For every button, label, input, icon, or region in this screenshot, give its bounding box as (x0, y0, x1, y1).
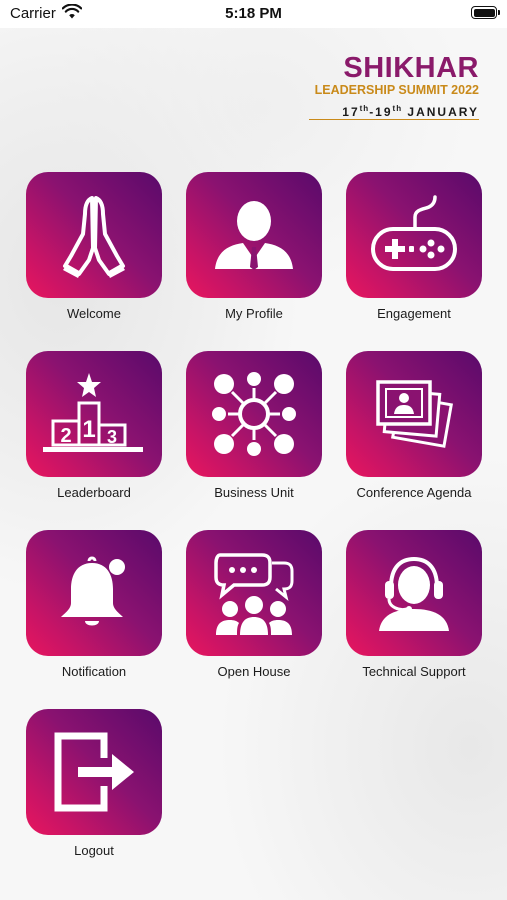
person-icon (211, 199, 297, 271)
menu-label-welcome: Welcome (67, 306, 121, 321)
logo-title: SHIKHAR (343, 52, 479, 84)
home-screen: SHIKHAR LEADERSHIP SUMMIT 2022 17th-19th… (0, 28, 507, 900)
logo-subtitle: LEADERSHIP SUMMIT 2022 (314, 83, 479, 97)
menu-tile-logout[interactable] (26, 709, 162, 835)
logo-dates: 17th-19th JANUARY (342, 104, 479, 119)
menu-label-engagement: Engagement (377, 306, 451, 321)
svg-text:1: 1 (82, 416, 95, 443)
menu-tile-conference-agenda[interactable] (346, 351, 482, 477)
status-bar: Carrier 5:18 PM (0, 0, 507, 28)
menu-label-technical-support: Technical Support (362, 664, 466, 679)
headset-icon (373, 553, 455, 633)
menu-label-my-profile: My Profile (225, 306, 283, 321)
bell-icon (55, 553, 133, 633)
menu-tile-leaderboard[interactable]: 1 2 3 (26, 351, 162, 477)
logout-icon (52, 732, 136, 812)
praying-hands-icon (59, 190, 129, 280)
menu-tile-my-profile[interactable] (186, 172, 322, 298)
menu-tile-notification[interactable] (26, 530, 162, 656)
menu-tile-business-unit[interactable] (186, 351, 322, 477)
menu-label-conference-agenda: Conference Agenda (356, 485, 472, 500)
battery-icon (471, 6, 500, 19)
menu-tile-engagement[interactable] (346, 172, 482, 298)
menu-label-logout: Logout (74, 843, 114, 858)
menu-tile-technical-support[interactable] (346, 530, 482, 656)
logo-underline (309, 119, 479, 120)
menu-label-notification: Notification (61, 664, 127, 679)
menu-label-business-unit: Business Unit (214, 485, 294, 500)
photos-icon (374, 378, 454, 450)
summit-logo: SHIKHAR LEADERSHIP SUMMIT 2022 17th-19th… (304, 52, 479, 122)
gamepad-icon (369, 195, 459, 275)
svg-text:3: 3 (107, 427, 117, 447)
network-icon (208, 368, 300, 460)
clock-time: 5:18 PM (225, 5, 282, 22)
svg-text:2: 2 (60, 425, 71, 447)
group-chat-icon (212, 549, 296, 637)
menu-tile-welcome[interactable] (26, 172, 162, 298)
menu-label-open-house: Open House (217, 664, 291, 679)
menu-label-leaderboard: Leaderboard (57, 485, 131, 500)
podium-icon: 1 2 3 (41, 369, 147, 459)
menu-tile-open-house[interactable] (186, 530, 322, 656)
